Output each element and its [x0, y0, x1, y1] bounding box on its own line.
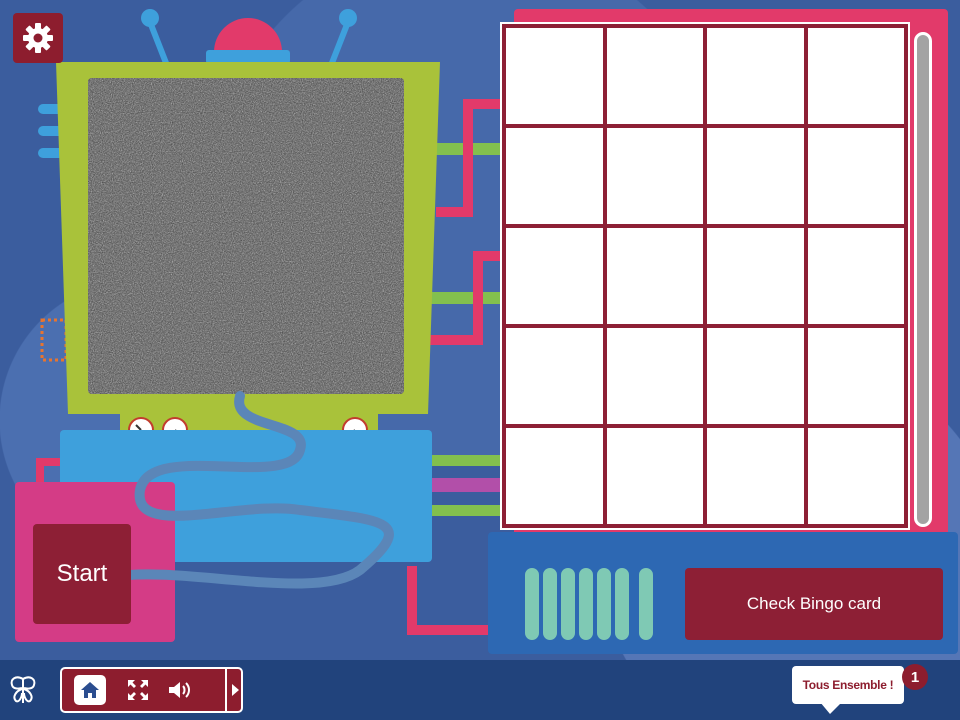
bingo-cell[interactable]	[807, 328, 904, 424]
bingo-cell[interactable]	[707, 28, 804, 124]
bingo-cell[interactable]	[606, 128, 703, 224]
nav-toolbar	[60, 667, 243, 713]
fullscreen-icon	[128, 680, 148, 700]
butterfly-logo-icon	[10, 676, 36, 703]
bingo-cell[interactable]	[506, 328, 603, 424]
indicator-bar	[525, 568, 539, 640]
bingo-cell[interactable]	[707, 228, 804, 324]
bingo-card	[500, 22, 910, 530]
bingo-cell[interactable]	[807, 28, 904, 124]
bingo-cell[interactable]	[807, 228, 904, 324]
settings-button[interactable]	[13, 13, 63, 63]
check-bingo-button[interactable]: Check Bingo card	[685, 568, 943, 640]
bingo-cell[interactable]	[606, 428, 703, 524]
bingo-cell[interactable]	[807, 128, 904, 224]
brand-tag[interactable]: Tous Ensemble !	[792, 666, 904, 704]
home-icon	[81, 682, 99, 698]
expand-toolbar-button[interactable]	[225, 669, 243, 711]
bingo-cell[interactable]	[807, 428, 904, 524]
fullscreen-button[interactable]	[122, 675, 154, 705]
bingo-cell[interactable]	[606, 28, 703, 124]
indicator-bar	[543, 568, 557, 640]
tag-pointer	[820, 702, 842, 714]
indicator-bar	[639, 568, 653, 640]
bingo-cell[interactable]	[506, 128, 603, 224]
indicator-bar	[597, 568, 611, 640]
brand-badge: 1	[902, 664, 928, 690]
indicator-bar	[579, 568, 593, 640]
bingo-cell[interactable]	[606, 228, 703, 324]
indicator-bar	[561, 568, 575, 640]
bingo-cell[interactable]	[506, 428, 603, 524]
bingo-cell[interactable]	[506, 28, 603, 124]
bingo-cell[interactable]	[606, 328, 703, 424]
gear-icon	[23, 23, 53, 53]
start-button[interactable]: Start	[33, 524, 131, 624]
bingo-cell[interactable]	[707, 328, 804, 424]
game-stage: Start Check Bingo card	[0, 0, 960, 660]
speaker-icon	[169, 682, 190, 698]
indicator-bar	[615, 568, 629, 640]
bingo-cell[interactable]	[707, 428, 804, 524]
bingo-cell[interactable]	[707, 128, 804, 224]
bingo-scrollbar[interactable]	[914, 32, 932, 527]
home-button[interactable]	[74, 675, 106, 705]
sound-button[interactable]	[165, 675, 197, 705]
indicator-bars	[525, 568, 653, 640]
triangle-right-icon	[232, 684, 239, 696]
bingo-cell[interactable]	[506, 228, 603, 324]
